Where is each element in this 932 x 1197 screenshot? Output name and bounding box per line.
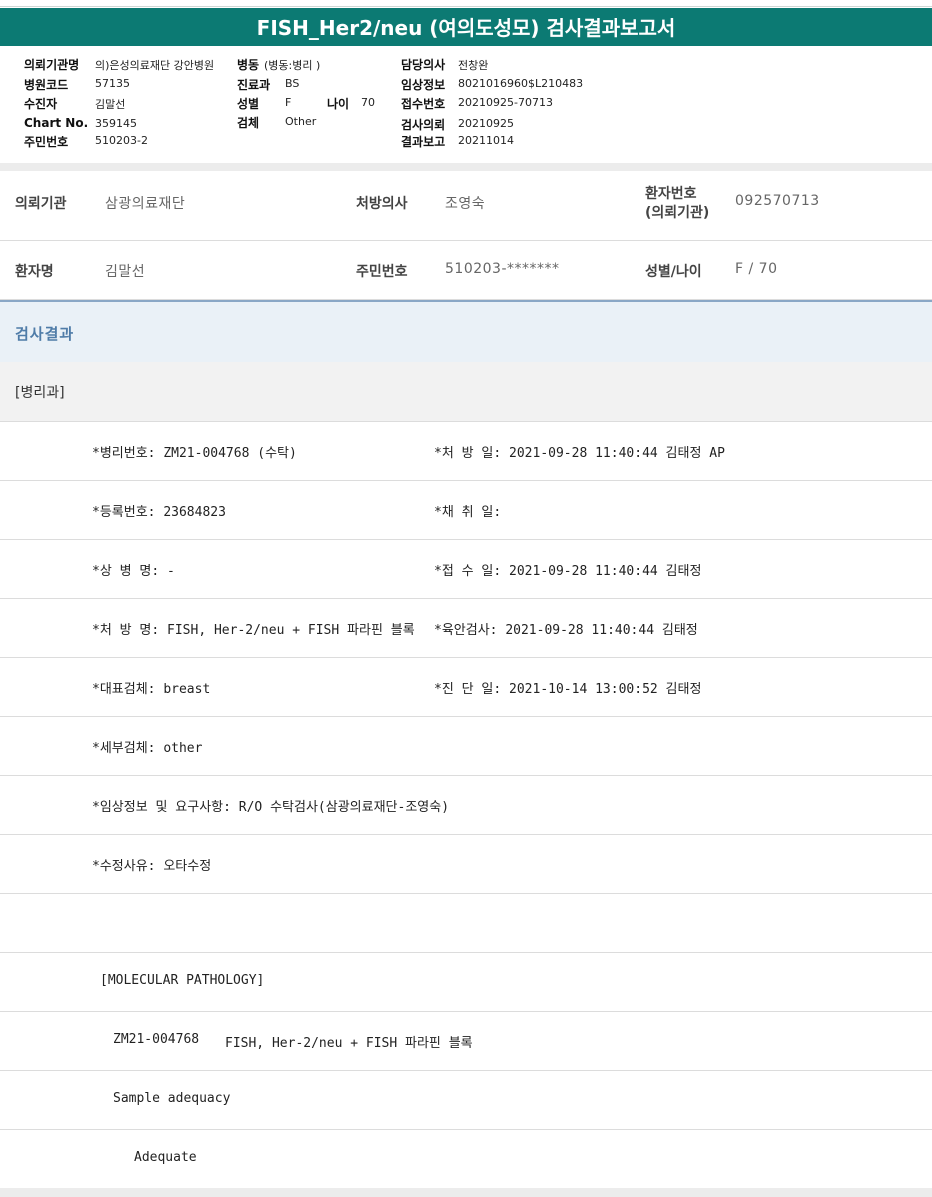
header-value: 의)은성의료재단 강안병원	[95, 59, 215, 72]
age-value: 70	[361, 96, 375, 109]
patient-no-sublabel: (의뢰기관)	[645, 205, 710, 221]
header-value: 57135	[95, 77, 130, 90]
result-row: *수정사유: 오타수정	[0, 835, 932, 894]
result-left-text: *세부검체: other	[92, 741, 203, 756]
sample-adequacy-label: Sample adequacy	[113, 1091, 231, 1106]
result-section-header: 검사결과	[0, 300, 932, 364]
bottom-divider	[0, 1188, 932, 1197]
header-value: 김말선	[95, 98, 126, 111]
header-value: 전창완	[458, 59, 489, 72]
dept-label: 진료과	[237, 78, 271, 92]
age-label: 나이	[327, 97, 350, 111]
patient-no-label: 환자번호	[645, 186, 697, 202]
specimen-label: 검체	[237, 116, 260, 130]
result-row: Sample adequacy	[0, 1071, 932, 1130]
ward-value: (병동:병리 )	[264, 59, 321, 72]
header-label: 담당의사	[401, 58, 446, 72]
header-label: 검사의뢰	[401, 118, 446, 132]
result-row: *등록번호: 23684823 *채 취 일:	[0, 481, 932, 540]
header-label: Chart No.	[24, 116, 89, 130]
doctor-value: 조영숙	[445, 196, 486, 212]
result-row: [MOLECULAR PATHOLOGY]	[0, 953, 932, 1012]
sex-label: 성별	[237, 97, 260, 111]
patient-no-value: 092570713	[735, 193, 820, 209]
result-row: *임상정보 및 요구사항: R/O 수탁검사(삼광의료재단-조영숙)	[0, 776, 932, 835]
header-value: 20210925-70713	[458, 96, 553, 109]
sample-adequacy-value: Adequate	[134, 1150, 197, 1165]
dept-value: BS	[285, 77, 300, 90]
case-id: ZM21-004768	[113, 1032, 200, 1047]
result-row: *상 병 명: - *접 수 일: 2021-09-28 11:40:44 김태…	[0, 540, 932, 599]
patient-info-row: 의뢰기관 삼광의료재단 처방의사 조영숙 환자번호 (의뢰기관) 0925707…	[0, 171, 932, 241]
header-label: 병원코드	[24, 78, 69, 92]
result-left-text: *처 방 명: FISH, Her-2/neu + FISH 파라핀 블록	[92, 623, 415, 638]
result-row: *병리번호: ZM21-004768 (수탁) *처 방 일: 2021-09-…	[0, 422, 932, 481]
patient-name-value: 김말선	[105, 264, 146, 280]
result-right-text: *처 방 일: 2021-09-28 11:40:44 김태정 AP	[434, 446, 725, 461]
result-left-text: *수정사유: 오타수정	[92, 859, 212, 874]
header-value: 359145	[95, 117, 137, 130]
case-test: FISH, Her-2/neu + FISH 파라핀 블록	[225, 1036, 473, 1051]
header-label: 수진자	[24, 97, 58, 111]
result-left-text: *상 병 명: -	[92, 564, 175, 579]
result-title: 검사결과	[15, 325, 75, 343]
header-label: 주민번호	[24, 135, 69, 149]
result-row: *세부검체: other	[0, 717, 932, 776]
department-row: [병리과]	[0, 362, 932, 422]
result-right-text: *육안검사: 2021-09-28 11:40:44 김태정	[434, 623, 698, 638]
department-label: [병리과]	[15, 385, 65, 401]
patient-info-row: 환자명 김말선 주민번호 510203-******* 성별/나이 F / 70	[0, 241, 932, 300]
specimen-value: Other	[285, 115, 317, 128]
result-row: *대표검체: breast *진 단 일: 2021-10-14 13:00:5…	[0, 658, 932, 717]
header-label: 의뢰기관명	[24, 58, 80, 72]
result-left-text: *병리번호: ZM21-004768 (수탁)	[92, 446, 297, 461]
result-row: *처 방 명: FISH, Her-2/neu + FISH 파라핀 블록 *육…	[0, 599, 932, 658]
header-value: 20211014	[458, 134, 514, 147]
result-row: Adequate	[0, 1130, 932, 1189]
sex-value: F	[285, 96, 292, 109]
window-top-border	[0, 0, 932, 7]
doctor-label: 처방의사	[356, 196, 408, 212]
report-header: 의뢰기관명 의)은성의료재단 강안병원 병동 (병동:병리 ) 병원코드 571…	[0, 50, 932, 162]
header-value: 20210925	[458, 117, 514, 130]
ssn-value: 510203-*******	[445, 261, 560, 277]
ward-label: 병동	[237, 58, 260, 72]
sex-age-label: 성별/나이	[645, 264, 702, 280]
section-divider	[0, 163, 932, 171]
result-right-text: *채 취 일:	[434, 505, 502, 520]
patient-name-label: 환자명	[15, 264, 54, 280]
header-label: 임상정보	[401, 78, 446, 92]
result-right-text: *진 단 일: 2021-10-14 13:00:52 김태정	[434, 682, 702, 697]
result-left-text: *임상정보 및 요구사항: R/O 수탁검사(삼광의료재단-조영숙)	[92, 800, 450, 815]
result-left-text: *대표검체: breast	[92, 682, 211, 697]
report-title: FISH_Her2/neu (여의도성모) 검사결과보고서	[0, 8, 932, 46]
sex-age-value: F / 70	[735, 261, 778, 277]
requesting-org-label: 의뢰기관	[15, 196, 67, 212]
requesting-org-value: 삼광의료재단	[105, 196, 186, 212]
header-value: 510203-2	[95, 134, 148, 147]
header-value: 8021016960$L210483	[458, 77, 584, 90]
header-label: 접수번호	[401, 97, 446, 111]
molecular-heading: [MOLECULAR PATHOLOGY]	[100, 973, 265, 988]
result-left-text: *등록번호: 23684823	[92, 505, 226, 520]
result-right-text: *접 수 일: 2021-09-28 11:40:44 김태정	[434, 564, 702, 579]
blank-row	[0, 894, 932, 953]
result-row: ZM21-004768 FISH, Her-2/neu + FISH 파라핀 블…	[0, 1012, 932, 1071]
ssn-label: 주민번호	[356, 264, 408, 280]
header-label: 결과보고	[401, 135, 446, 149]
